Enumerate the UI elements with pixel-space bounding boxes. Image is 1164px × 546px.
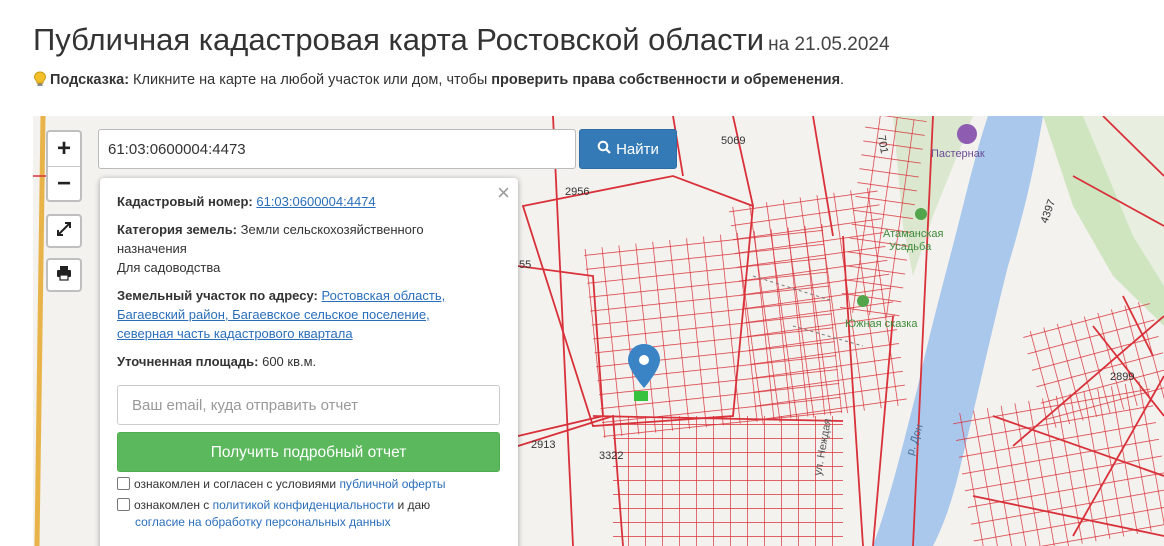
address-label: Земельный участок по адресу: bbox=[117, 288, 318, 303]
land-category-label: Категория земель: bbox=[117, 222, 238, 237]
search-button-label: Найти bbox=[616, 140, 659, 158]
agree-offer-checkbox[interactable] bbox=[117, 477, 130, 490]
parcel-info-popup: × Кадастровый номер: 61:03:0600004:4474 … bbox=[100, 178, 518, 546]
label-3322: 3322 bbox=[599, 450, 623, 462]
cadastral-number-row: Кадастровый номер: 61:03:0600004:4474 bbox=[117, 192, 501, 211]
page-title-text: Публичная кадастровая карта Ростовской о… bbox=[33, 22, 765, 57]
label-skazka: Южная сказка bbox=[845, 318, 918, 330]
label-pasternak: Пастернак bbox=[931, 148, 985, 160]
email-input[interactable] bbox=[117, 385, 500, 425]
label-2913: 2913 bbox=[531, 439, 555, 451]
hint: Подсказка: Кликните на карте на любой уч… bbox=[33, 71, 844, 88]
area-value: 600 кв.м. bbox=[258, 354, 317, 369]
personal-data-consent-link[interactable]: согласие на обработку персональных данны… bbox=[117, 514, 501, 531]
address-link-2[interactable]: Багаевский район, Багаевское сельское по… bbox=[117, 305, 501, 324]
agree-privacy-text: ознакомлен с bbox=[134, 498, 213, 512]
label-4397: 4397 bbox=[1039, 198, 1059, 225]
agree-offer-row: ознакомлен и согласен с условиями публич… bbox=[117, 476, 501, 493]
agree-privacy-checkbox[interactable] bbox=[117, 498, 130, 511]
land-usage: Для садоводства bbox=[117, 260, 221, 275]
cadastral-number-label: Кадастровый номер: bbox=[117, 194, 253, 209]
lightbulb-icon bbox=[33, 71, 47, 87]
selected-parcel bbox=[634, 391, 648, 401]
search-button[interactable]: Найти bbox=[579, 129, 677, 169]
hint-end: . bbox=[840, 72, 845, 88]
hint-bold-text: проверить права собственности и обремене… bbox=[491, 72, 841, 88]
land-category-value: Земли сельскохозяйственного bbox=[237, 222, 424, 237]
agree-privacy-row: ознакомлен с политикой конфиденциальност… bbox=[117, 497, 501, 531]
address-link-3[interactable]: северная часть кадастрового квартала bbox=[117, 324, 501, 343]
get-report-button[interactable]: Получить подробный отчет bbox=[117, 432, 500, 472]
land-category-row: Категория земель: Земли сельскохозяйстве… bbox=[117, 220, 501, 277]
public-offer-link[interactable]: публичной оферты bbox=[339, 477, 445, 491]
page-date: на 21.05.2024 bbox=[768, 34, 890, 55]
close-icon[interactable]: × bbox=[497, 182, 510, 204]
zoom-out-button[interactable]: − bbox=[48, 166, 80, 200]
hint-label: Подсказка: bbox=[50, 72, 130, 88]
zoom-in-button[interactable]: + bbox=[48, 132, 80, 166]
cadastral-search-input[interactable] bbox=[98, 129, 576, 169]
address-link-1[interactable]: Ростовская область, bbox=[321, 288, 445, 303]
cadastral-map[interactable]: 5069 2956 55 2913 3322 2899 4397 701 Пас… bbox=[33, 116, 1164, 546]
hint-text: Кликните на карте на любой участок или д… bbox=[129, 72, 492, 88]
agree-privacy-end: и даю bbox=[394, 498, 431, 512]
label-usadba-2: Усадьба bbox=[889, 241, 932, 253]
agree-offer-text: ознакомлен и согласен с условиями bbox=[134, 477, 340, 491]
label-usadba-1: Атаманская bbox=[883, 228, 944, 240]
area-label: Уточненная площадь: bbox=[117, 354, 259, 369]
page-title: Публичная кадастровая карта Ростовской о… bbox=[33, 22, 890, 58]
label-2956: 2956 bbox=[565, 186, 589, 198]
printer-icon bbox=[56, 265, 72, 286]
address-row: Земельный участок по адресу: Ростовская … bbox=[117, 286, 501, 343]
label-5069: 5069 bbox=[721, 135, 745, 147]
fullscreen-button[interactable] bbox=[46, 214, 82, 248]
privacy-policy-link[interactable]: политикой конфиденциальности bbox=[213, 498, 394, 512]
cadastral-number-link[interactable]: 61:03:0600004:4474 bbox=[256, 194, 375, 209]
label-55: 55 bbox=[519, 259, 531, 271]
land-category-value-2: назначения bbox=[117, 241, 187, 256]
search-icon bbox=[597, 140, 611, 158]
label-2899: 2899 bbox=[1110, 371, 1134, 383]
expand-icon bbox=[56, 221, 72, 242]
print-button[interactable] bbox=[46, 258, 82, 292]
area-row: Уточненная площадь: 600 кв.м. bbox=[117, 352, 501, 371]
zoom-control: + − bbox=[46, 130, 82, 202]
